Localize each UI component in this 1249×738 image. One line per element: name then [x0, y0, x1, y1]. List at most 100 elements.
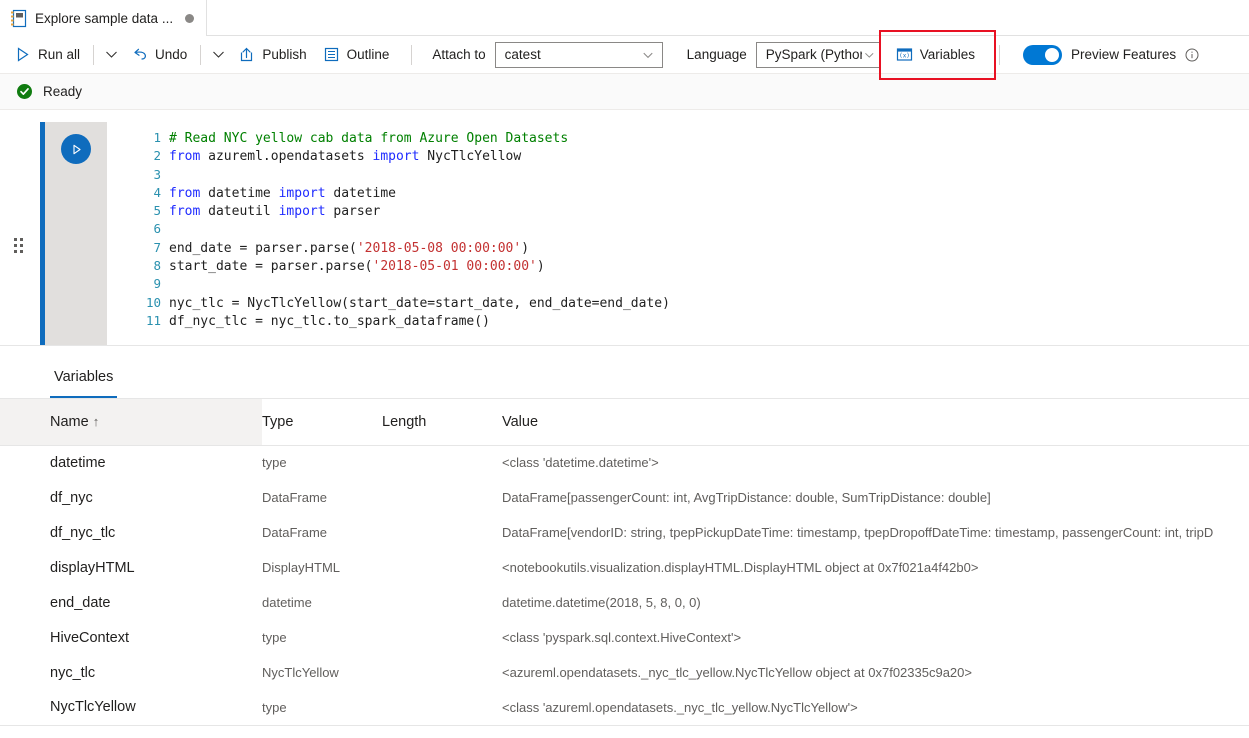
preview-features-container: Preview Features — [1023, 45, 1199, 65]
code-line: 5from dateutil import parser — [107, 202, 1249, 220]
line-number: 10 — [107, 294, 169, 312]
undo-dropdown-button[interactable] — [206, 41, 230, 69]
chevron-down-icon — [210, 46, 227, 63]
code-line: 8start_date = parser.parse('2018-05-01 0… — [107, 257, 1249, 275]
variable-name: end_date — [0, 585, 262, 620]
undo-icon — [131, 46, 148, 63]
variable-length — [382, 550, 502, 585]
play-icon — [14, 46, 31, 63]
line-number: 8 — [107, 257, 169, 275]
run-all-dropdown-button[interactable] — [99, 41, 123, 69]
chevron-down-icon — [862, 47, 877, 63]
code-text: start_date = parser.parse('2018-05-01 00… — [169, 258, 545, 276]
variable-type: DisplayHTML — [262, 550, 382, 585]
line-number: 2 — [107, 147, 169, 165]
outline-button[interactable]: Outline — [315, 41, 398, 69]
code-line: 10nyc_tlc = NycTlcYellow(start_date=star… — [107, 294, 1249, 312]
line-number: 5 — [107, 202, 169, 220]
variable-length — [382, 445, 502, 480]
variables-label: Variables — [920, 47, 975, 62]
variable-value: datetime.datetime(2018, 5, 8, 0, 0) — [502, 585, 1249, 620]
notebook-tab[interactable]: Explore sample data ... — [0, 0, 207, 36]
undo-label: Undo — [155, 47, 187, 62]
variable-name: datetime — [0, 445, 262, 480]
table-row[interactable]: NycTlcYellowtype<class 'azureml.opendata… — [0, 690, 1249, 725]
code-text: from dateutil import parser — [169, 203, 380, 221]
column-header-type[interactable]: Type — [262, 399, 382, 445]
column-header-name[interactable]: Name↑ — [0, 399, 262, 445]
variable-value: <azureml.opendatasets._nyc_tlc_yellow.Ny… — [502, 655, 1249, 690]
code-line: 6 — [107, 220, 1249, 238]
variable-length — [382, 620, 502, 655]
run-cell-button[interactable] — [61, 134, 91, 164]
code-line: 2from azureml.opendatasets import NycTlc… — [107, 147, 1249, 165]
toggle-knob — [1045, 48, 1059, 62]
cell-drag-handle[interactable] — [14, 238, 28, 254]
table-row[interactable]: df_nycDataFrameDataFrame[passengerCount:… — [0, 480, 1249, 515]
attach-to-select[interactable]: catest — [495, 42, 663, 68]
variable-name: HiveContext — [0, 620, 262, 655]
column-header-length[interactable]: Length — [382, 399, 502, 445]
outline-label: Outline — [347, 47, 390, 62]
variable-name: nyc_tlc — [0, 655, 262, 690]
table-header-row: Name↑ Type Length Value — [0, 399, 1249, 445]
undo-button[interactable]: Undo — [123, 41, 195, 69]
code-line: 11df_nyc_tlc = nyc_tlc.to_spark_datafram… — [107, 312, 1249, 330]
column-header-value[interactable]: Value — [502, 399, 1249, 445]
variable-value: <class 'datetime.datetime'> — [502, 445, 1249, 480]
publish-label: Publish — [262, 47, 306, 62]
variable-type: type — [262, 620, 382, 655]
variable-name: displayHTML — [0, 550, 262, 585]
table-row[interactable]: displayHTMLDisplayHTML <notebookutils.vis… — [0, 550, 1249, 585]
notebook-icon — [10, 9, 27, 28]
variable-length — [382, 690, 502, 725]
variable-value: <class 'pyspark.sql.context.HiveContext'… — [502, 620, 1249, 655]
language-select[interactable]: PySpark (Python) — [756, 42, 880, 68]
attach-to-label: Attach to — [432, 47, 485, 62]
code-editor[interactable]: 1# Read NYC yellow cab data from Azure O… — [107, 122, 1249, 345]
tab-variables[interactable]: Variables — [50, 369, 117, 398]
run-all-button[interactable]: Run all — [6, 41, 88, 69]
code-line: 7end_date = parser.parse('2018-05-08 00:… — [107, 239, 1249, 257]
chevron-down-icon — [640, 47, 656, 63]
variables-table: Name↑ Type Length Value datetimetype<cla… — [0, 399, 1249, 726]
variable-value: <notebookutils.visualization.displayHTML… — [502, 550, 1249, 585]
variables-panel-tabs: Variables — [0, 346, 1249, 399]
cell-gutter — [45, 122, 107, 345]
variable-type: datetime — [262, 585, 382, 620]
variable-name: df_nyc — [0, 480, 262, 515]
line-number: 11 — [107, 312, 169, 330]
publish-button[interactable]: Publish — [230, 41, 314, 69]
separator — [411, 45, 412, 65]
table-row[interactable]: HiveContexttype <class 'pyspark.sql.conte… — [0, 620, 1249, 655]
table-row[interactable]: end_datedatetime datetime.datetime(2018, … — [0, 585, 1249, 620]
code-text: # Read NYC yellow cab data from Azure Op… — [169, 130, 568, 148]
preview-features-toggle[interactable] — [1023, 45, 1062, 65]
sort-ascending-icon: ↑ — [93, 414, 100, 429]
line-number: 6 — [107, 220, 169, 238]
code-text: df_nyc_tlc = nyc_tlc.to_spark_dataframe(… — [169, 313, 490, 331]
outline-icon — [323, 46, 340, 63]
code-text: nyc_tlc = NycTlcYellow(start_date=start_… — [169, 295, 670, 313]
variable-value: DataFrame[vendorID: string, tpepPickupDa… — [502, 515, 1249, 550]
table-row[interactable]: df_nyc_tlcDataFrameDataFrame[vendorID: s… — [0, 515, 1249, 550]
status-bar: Ready — [0, 74, 1249, 110]
variable-type: NycTlcYellow — [262, 655, 382, 690]
code-text: end_date = parser.parse('2018-05-08 00:0… — [169, 240, 529, 258]
status-check-icon — [16, 83, 33, 100]
code-line: 1# Read NYC yellow cab data from Azure O… — [107, 129, 1249, 147]
chevron-down-icon — [103, 46, 120, 63]
line-number: 7 — [107, 239, 169, 257]
info-icon[interactable] — [1185, 48, 1199, 62]
variables-button[interactable]: (x) Variables — [892, 41, 983, 69]
variables-icon: (x) — [896, 46, 913, 63]
code-text: from datetime import datetime — [169, 185, 396, 203]
play-icon — [69, 142, 84, 157]
run-all-label: Run all — [38, 47, 80, 62]
table-row[interactable]: nyc_tlcNycTlcYellow <azureml.opendatasets… — [0, 655, 1249, 690]
table-row[interactable]: datetimetype<class 'datetime.datetime'> — [0, 445, 1249, 480]
variables-table-body: datetimetype<class 'datetime.datetime'>d… — [0, 445, 1249, 725]
variable-name: NycTlcYellow — [0, 690, 262, 725]
line-number: 4 — [107, 184, 169, 202]
language-value: PySpark (Python) — [766, 47, 862, 62]
